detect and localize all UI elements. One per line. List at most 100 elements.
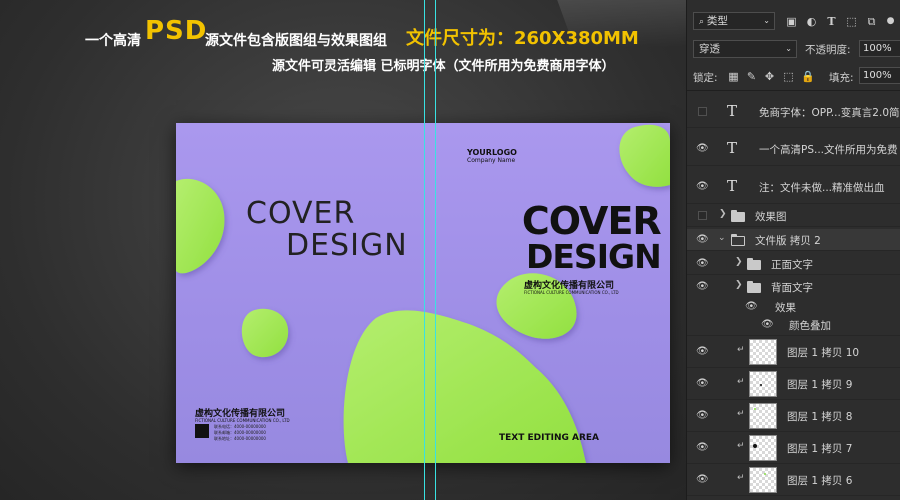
blob-right-top [619,124,670,187]
fill-label: 填充: [829,72,854,84]
back-cover-title: COVER DESIGN [246,198,408,262]
shape-filter-icon[interactable]: ⬚ [845,15,858,28]
layer-name: 效果 [775,302,796,314]
layer-name: 正面文字 [771,259,813,271]
layer-group-row[interactable]: ❯ 效果图 [687,205,900,227]
layer-thumbnail [749,435,777,461]
opacity-label: 不透明度: [805,44,851,56]
opacity-input[interactable]: 100% [859,40,900,57]
eye-icon[interactable]: 👁 [745,302,758,312]
chevron-right-icon[interactable]: ❯ [719,209,727,219]
layer-name: 图层 1 拷贝 10 [787,347,860,359]
filter-toggle-icon[interactable]: ● [884,15,897,28]
search-icon: ⌕ [699,17,707,27]
eye-icon[interactable]: 👁 [696,443,709,453]
layer-name: 免商字体：OPP...变真言2.0简 [759,107,900,119]
lock-artboard-icon[interactable]: ⬚ [782,70,795,83]
layer-row[interactable]: T 免商字体：OPP...变真言2.0简 [687,96,900,128]
layer-name: 背面文字 [771,282,813,294]
layer-name: 图层 1 拷贝 9 [787,379,853,391]
clip-arrow-icon: ↵ [737,345,745,355]
guide-line[interactable] [424,0,425,500]
layer-row[interactable]: 👁 ↵ 图层 1 拷贝 9 [687,368,900,400]
lock-transparent-icon[interactable]: ▦ [727,70,740,83]
headline-suffix: 源文件包含版图组与效果图组 [205,33,387,49]
headline-size: 文件尺寸为：260X380MM [406,28,639,49]
eye-icon[interactable]: 👁 [696,182,709,192]
light-glow [546,0,686,104]
back-company-name-en: FICTIONAL CULTURE COMMUNICATION CO., LTD [195,418,290,423]
logo-text: YOURLOGO [467,148,517,157]
guide-line[interactable] [435,0,436,500]
eye-icon[interactable]: 👁 [696,235,709,245]
panel-divider [687,90,900,91]
eye-icon[interactable]: 👁 [696,144,709,154]
front-company-name-en: FICTIONAL CULTURE COMMUNICATION CO., LTD [524,290,619,295]
eye-icon[interactable]: 👁 [696,259,709,269]
layer-row[interactable]: 👁 ↵ 图层 1 拷贝 7 [687,432,900,464]
layer-group-row[interactable]: 👁 ❯ 背面文字 [687,276,900,298]
visibility-off-box[interactable] [698,211,707,220]
text-layer-icon: T [727,102,738,120]
layer-group-row[interactable]: 👁 ❯ 正面文字 [687,253,900,275]
blend-mode-value: 穿透 [699,43,720,55]
clip-arrow-icon: ↵ [737,473,745,483]
text-editing-area: TEXT EDITING AREA [499,433,600,443]
effects-row[interactable]: 👁 效果 [687,298,900,316]
text-layer-icon: T [727,177,738,195]
layer-name: 图层 1 拷贝 8 [787,411,853,423]
folder-icon [747,258,761,270]
cover-artwork[interactable]: COVER DESIGN YOURLOGO Company Name COVER… [176,123,670,463]
chevron-down-icon[interactable]: ⌄ [718,233,726,243]
document-canvas[interactable]: 一个高清 PSD 源文件包含版图组与效果图组 文件尺寸为：260X380MM 源… [0,0,686,500]
eye-icon[interactable]: 👁 [761,320,774,330]
layer-group-row[interactable]: 👁 ⌄ 文件版 拷贝 2 [687,229,900,251]
layer-thumbnail [749,339,777,365]
clip-arrow-icon: ↵ [737,441,745,451]
layer-name: 图层 1 拷贝 6 [787,475,853,487]
layer-name: 颜色叠加 [789,320,831,332]
eye-icon[interactable]: 👁 [696,347,709,357]
fill-input[interactable]: 100% [859,67,900,84]
chevron-right-icon[interactable]: ❯ [735,257,743,267]
blend-mode-select[interactable]: 穿透 ⌄ [693,40,797,58]
chevron-right-icon[interactable]: ❯ [735,280,743,290]
layer-name: 注：文件未做...精准做出血 [759,182,885,194]
text-layer-icon: T [727,139,738,157]
chevron-down-icon: ⌄ [785,44,792,53]
effect-row[interactable]: 👁 颜色叠加 [687,316,900,336]
layer-row[interactable]: 👁 T 注：文件未做...精准做出血 [687,170,900,204]
adjustment-filter-icon[interactable]: ◐ [805,15,818,28]
text-filter-icon[interactable]: T [825,15,838,28]
layer-name: 文件版 拷贝 2 [755,235,821,247]
layer-row[interactable]: 👁 ↵ 图层 1 拷贝 10 [687,336,900,368]
layers-panel: ⌕ 类型 ⌄ ▣ ◐ T ⬚ ⧉ ● 穿透 ⌄ 不透明度: 100% 锁定: ▦… [686,0,900,500]
layer-filter-select[interactable]: ⌕ 类型 ⌄ [693,12,775,30]
folder-icon [747,281,761,293]
layer-thumbnail [749,403,777,429]
qr-code-placeholder [195,424,209,438]
layer-filter-value: 类型 [706,15,728,27]
eye-icon[interactable]: 👁 [696,411,709,421]
lock-paint-icon[interactable]: ✎ [745,70,758,83]
lock-all-icon[interactable]: 🔒 [801,70,815,83]
fill-value: 100% [863,70,892,81]
front-cover-title: COVER DESIGN [496,202,662,275]
blob-left-top [176,178,225,274]
contact-line: 联系地址：4000-00000000 [214,436,266,441]
layer-name: 效果图 [755,211,787,223]
smart-object-filter-icon[interactable]: ⧉ [865,15,878,28]
eye-icon[interactable]: 👁 [696,475,709,485]
layer-row[interactable]: 👁 ↵ 图层 1 拷贝 8 [687,400,900,432]
layer-row[interactable]: 👁 ↵ 图层 1 拷贝 6 [687,464,900,496]
image-filter-icon[interactable]: ▣ [785,15,798,28]
folder-open-icon [730,234,745,246]
eye-icon[interactable]: 👁 [696,282,709,292]
layer-row[interactable]: 👁 T 一个高清PS...文件所用为免费 [687,132,900,166]
eye-icon[interactable]: 👁 [696,379,709,389]
visibility-off-box[interactable] [698,107,707,116]
folder-icon [731,210,745,222]
clip-arrow-icon: ↵ [737,377,745,387]
lock-move-icon[interactable]: ✥ [763,70,776,83]
lock-label: 锁定: [693,72,718,84]
